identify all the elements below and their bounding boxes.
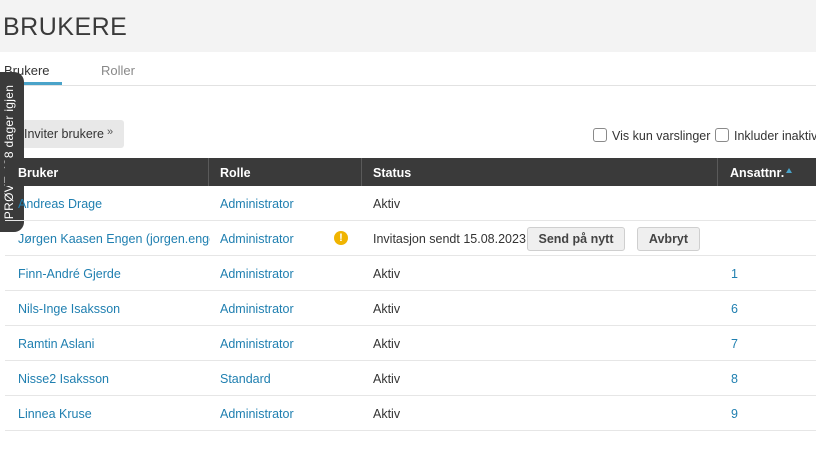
invite-users-button[interactable]: Inviter brukere »: [10, 120, 124, 148]
include-inactive-checkbox[interactable]: [715, 128, 729, 142]
status-text: Invitasjon sendt 15.08.2023: [373, 232, 526, 246]
status-text: Aktiv: [373, 302, 401, 316]
tab-roller[interactable]: Roller: [101, 63, 135, 78]
tab-bar: Brukere Roller: [0, 52, 816, 86]
table-row: Andreas Drage Administrator Aktiv: [5, 186, 816, 221]
cancel-invite-button[interactable]: Avbryt: [637, 227, 700, 251]
table-row: Nisse2 Isaksson Standard Aktiv 8: [5, 361, 816, 396]
role-link[interactable]: Administrator: [220, 197, 294, 211]
table-header: Bruker Rolle Status Ansattnr.: [5, 158, 816, 186]
employee-number: 6: [731, 302, 738, 316]
user-name-link[interactable]: Ramtin Aslani: [18, 337, 210, 351]
table-row: Ramtin Aslani Administrator Aktiv 7: [5, 326, 816, 361]
column-header-employee-no[interactable]: Ansattnr.: [730, 166, 784, 180]
employee-number: 9: [731, 407, 738, 421]
user-name-link[interactable]: Jørgen Kaasen Engen (jorgen.engen: [18, 232, 210, 246]
resend-invite-button[interactable]: Send på nytt: [527, 227, 625, 251]
table-row: Linnea Kruse Administrator Aktiv 9: [5, 396, 816, 431]
column-divider: [208, 158, 209, 186]
status-text: Aktiv: [373, 372, 401, 386]
column-divider: [361, 158, 362, 186]
role-link[interactable]: Administrator: [220, 407, 294, 421]
column-divider: [717, 158, 718, 186]
role-link[interactable]: Administrator: [220, 232, 294, 246]
include-inactive-label: Inkluder inaktive: [734, 129, 816, 143]
column-header-status[interactable]: Status: [373, 166, 411, 180]
role-link[interactable]: Standard: [220, 372, 271, 386]
user-name-link[interactable]: Nils-Inge Isaksson: [18, 302, 210, 316]
user-name-link[interactable]: Andreas Drage: [18, 197, 210, 211]
role-link[interactable]: Administrator: [220, 302, 294, 316]
sort-ascending-icon: [786, 168, 792, 173]
user-name-link[interactable]: Linnea Kruse: [18, 407, 210, 421]
role-link[interactable]: Administrator: [220, 337, 294, 351]
invite-users-label: Inviter brukere: [24, 127, 104, 141]
status-text: Aktiv: [373, 407, 401, 421]
table-row: Nils-Inge Isaksson Administrator Aktiv 6: [5, 291, 816, 326]
employee-number: 7: [731, 337, 738, 351]
column-header-role[interactable]: Rolle: [220, 166, 251, 180]
role-link[interactable]: Administrator: [220, 267, 294, 281]
chevron-double-down-icon: »: [107, 126, 114, 138]
table-row: Finn-André Gjerde Administrator Aktiv 1: [5, 256, 816, 291]
user-name-link[interactable]: Finn-André Gjerde: [18, 267, 210, 281]
status-text: Aktiv: [373, 267, 401, 281]
warning-icon: !: [334, 231, 348, 245]
user-name-link[interactable]: Nisse2 Isaksson: [18, 372, 210, 386]
employee-number: 1: [731, 267, 738, 281]
status-text: Aktiv: [373, 337, 401, 351]
table-row: Jørgen Kaasen Engen (jorgen.engen Admini…: [5, 221, 816, 256]
page-header: BRUKERE: [0, 0, 816, 52]
page-title: BRUKERE: [3, 13, 128, 41]
status-text: Aktiv: [373, 197, 401, 211]
alerts-only-label: Vis kun varslinger: [612, 129, 711, 143]
employee-number: 8: [731, 372, 738, 386]
column-header-user[interactable]: Bruker: [18, 166, 58, 180]
alerts-only-checkbox[interactable]: [593, 128, 607, 142]
